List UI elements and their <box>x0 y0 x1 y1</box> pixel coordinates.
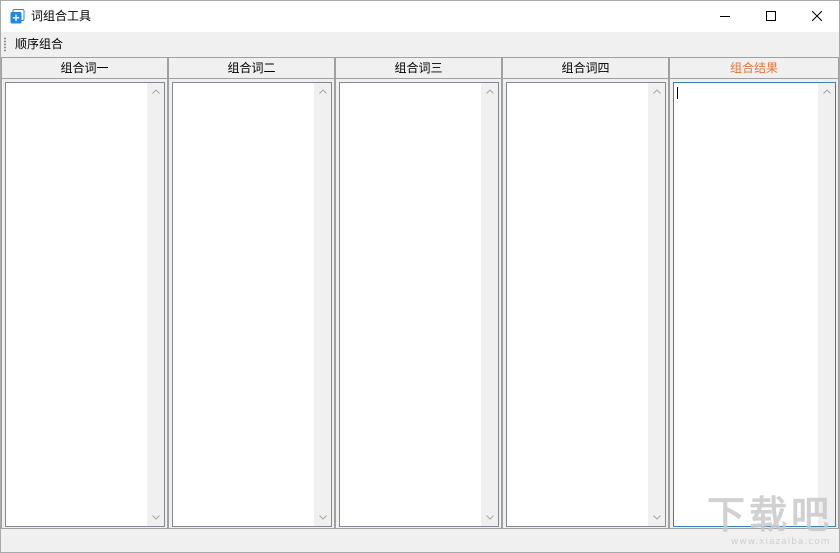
vertical-scrollbar[interactable] <box>818 83 835 526</box>
result-textarea[interactable] <box>673 82 836 527</box>
minimize-button[interactable] <box>702 1 748 31</box>
word-2-textarea[interactable] <box>172 82 332 527</box>
column-result: 组合结果 <box>669 57 839 529</box>
scroll-up-icon[interactable] <box>147 83 164 100</box>
maximize-icon <box>766 11 776 21</box>
scroll-up-icon[interactable] <box>314 83 331 100</box>
text-caret <box>677 87 678 99</box>
minimize-icon <box>720 16 730 17</box>
column-word-4: 组合词四 <box>502 57 669 529</box>
scroll-up-icon[interactable] <box>648 83 665 100</box>
column-word-3: 组合词三 <box>335 57 502 529</box>
column-word-2: 组合词二 <box>168 57 335 529</box>
toolbar: 顺序组合 <box>1 32 839 56</box>
app-window: 词组合工具 顺序组合 组合词一 组合词二 组合词三 组合词四 组合结果 下载吧 … <box>0 0 840 553</box>
scroll-down-icon[interactable] <box>147 509 164 526</box>
toolbar-grip-icon[interactable] <box>4 37 6 52</box>
watermark-subtext: www.xiazaiba.com <box>731 537 831 547</box>
vertical-scrollbar[interactable] <box>648 83 665 526</box>
scroll-down-icon[interactable] <box>314 509 331 526</box>
column-header: 组合词二 <box>169 58 334 79</box>
watermark-text: 下载吧 <box>707 492 834 537</box>
column-word-1: 组合词一 <box>1 57 168 529</box>
vertical-scrollbar[interactable] <box>481 83 498 526</box>
vertical-scrollbar[interactable] <box>147 83 164 526</box>
close-icon <box>812 11 822 21</box>
window-title: 词组合工具 <box>31 9 92 23</box>
column-header: 组合词三 <box>336 58 501 79</box>
scroll-up-icon[interactable] <box>481 83 498 100</box>
vertical-scrollbar[interactable] <box>314 83 331 526</box>
word-3-textarea[interactable] <box>339 82 499 527</box>
scroll-down-icon[interactable] <box>481 509 498 526</box>
app-icon <box>10 9 25 24</box>
title-bar[interactable]: 词组合工具 <box>1 1 839 32</box>
word-1-textarea[interactable] <box>5 82 165 527</box>
result-column-header: 组合结果 <box>670 58 838 79</box>
column-header: 组合词一 <box>2 58 167 79</box>
watermark-logo: 下载吧 www.xiazaiba.com <box>701 493 839 551</box>
close-button[interactable] <box>794 1 839 31</box>
sequential-combine-button[interactable]: 顺序组合 <box>15 36 63 52</box>
scroll-up-icon[interactable] <box>818 83 835 100</box>
maximize-button[interactable] <box>748 1 794 31</box>
column-header: 组合词四 <box>503 58 668 79</box>
word-4-textarea[interactable] <box>506 82 666 527</box>
scroll-down-icon[interactable] <box>648 509 665 526</box>
